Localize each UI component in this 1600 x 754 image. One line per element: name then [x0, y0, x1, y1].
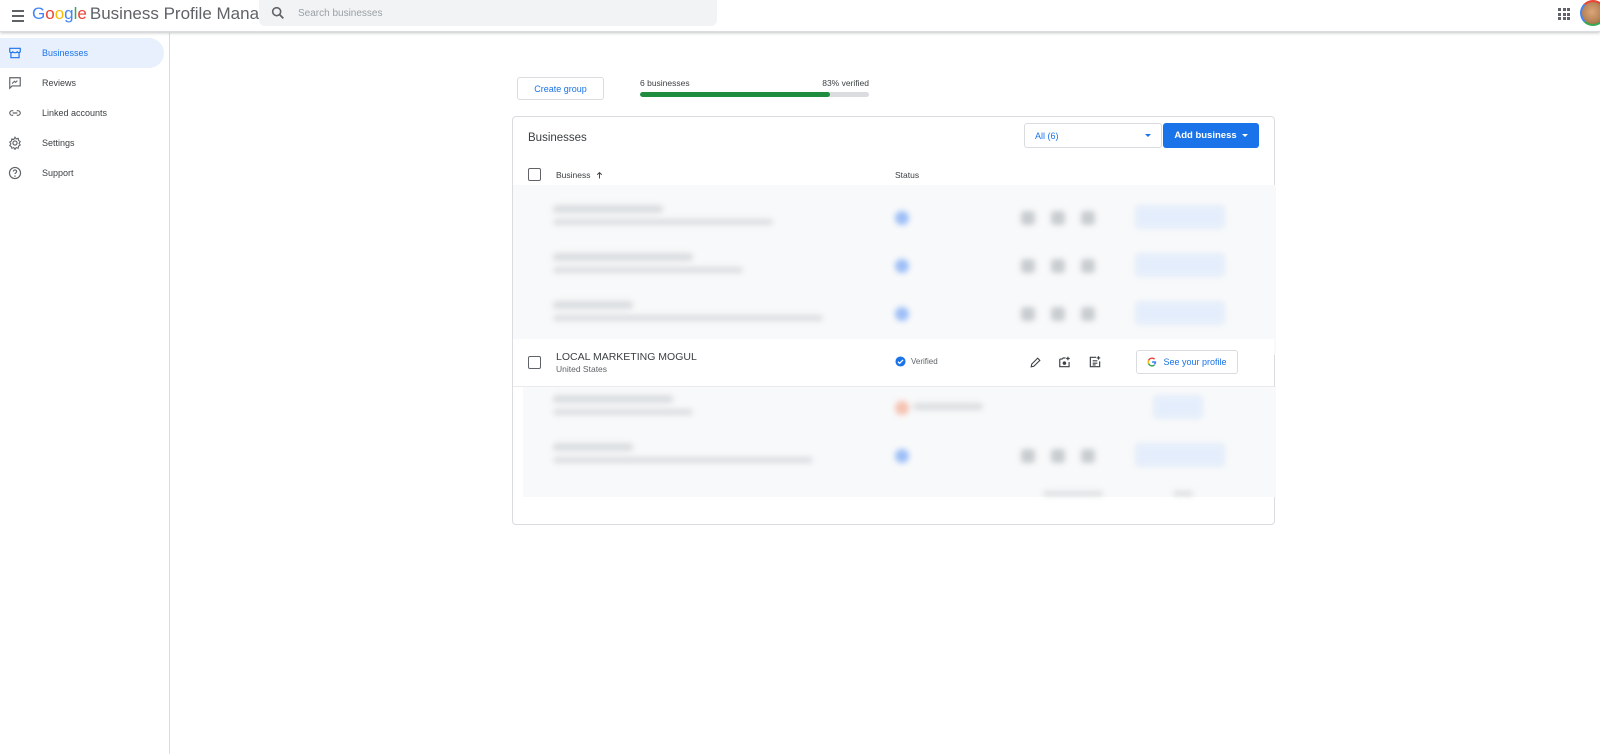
- sidebar-item-label: Reviews: [42, 78, 77, 88]
- search-bar: [259, 0, 717, 26]
- table-header: Business Status: [513, 167, 1274, 185]
- verification-progress: 6 businesses 83% verified: [640, 78, 869, 97]
- table-row-obscured: [513, 243, 1274, 291]
- business-count: 6 businesses: [640, 78, 690, 88]
- card-title: Businesses: [528, 132, 587, 144]
- verified-check-icon: [895, 356, 906, 367]
- sidebar-item-support[interactable]: Support: [0, 158, 164, 188]
- sidebar-item-linked-accounts[interactable]: Linked accounts: [0, 98, 164, 128]
- gear-icon: [8, 136, 22, 150]
- hamburger-icon: [12, 9, 24, 23]
- table-row-obscured: [513, 385, 1274, 433]
- create-group-button[interactable]: Create group: [517, 77, 604, 100]
- table-row-obscured: [513, 433, 1274, 481]
- sidebar: Businesses Reviews Linked accounts Setti…: [0, 33, 170, 754]
- logo-letter: o: [54, 4, 65, 23]
- logo-letter: o: [45, 4, 55, 23]
- column-header-business[interactable]: Business: [556, 170, 604, 180]
- table-row-obscured: [513, 291, 1274, 339]
- logo-letter: g: [64, 4, 74, 23]
- business-location: United States: [556, 364, 608, 374]
- table-row[interactable]: LOCAL MARKETING MOGUL United States Veri…: [513, 339, 1274, 387]
- businesses-card: Businesses All (6) Add business Business…: [512, 116, 1276, 525]
- sidebar-item-label: Support: [42, 168, 74, 178]
- add-business-label: Add business: [1174, 130, 1237, 141]
- search-input[interactable]: [298, 7, 698, 19]
- progress-track: [640, 92, 869, 97]
- progress-fill: [640, 92, 831, 97]
- main-menu-button[interactable]: [6, 4, 30, 28]
- row-checkbox[interactable]: [528, 356, 541, 369]
- search-icon[interactable]: [270, 5, 286, 21]
- app-logo[interactable]: Google Business Profile Manager: [32, 3, 284, 25]
- sidebar-item-label: Linked accounts: [42, 108, 108, 118]
- pagination-obscured: [513, 477, 1274, 507]
- top-app-bar: Google Business Profile Manager: [0, 0, 1600, 32]
- storefront-icon: [8, 46, 22, 60]
- product-name: Business Profile Manager: [89, 4, 284, 23]
- see-your-profile-label: See your profile: [1163, 357, 1227, 367]
- sidebar-item-settings[interactable]: Settings: [0, 128, 164, 158]
- dropdown-caret-icon: [1241, 134, 1248, 137]
- add-photo-button[interactable]: [1056, 353, 1074, 371]
- verified-percent: 83% verified: [822, 78, 869, 88]
- filter-value: All (6): [1035, 130, 1059, 141]
- add-post-button[interactable]: [1086, 353, 1104, 371]
- table-row-obscured: [513, 195, 1274, 243]
- sidebar-item-reviews[interactable]: Reviews: [0, 68, 164, 98]
- link-icon: [8, 106, 22, 120]
- help-icon: [8, 166, 22, 180]
- logo-letter: e: [77, 4, 87, 23]
- business-name[interactable]: LOCAL MARKETING MOGUL: [556, 351, 697, 363]
- logo-letter: G: [32, 4, 46, 23]
- add-business-button[interactable]: Add business: [1163, 123, 1259, 148]
- filter-dropdown[interactable]: All (6): [1024, 123, 1162, 148]
- sidebar-item-label: Businesses: [42, 48, 89, 58]
- add-photo-icon: [1059, 356, 1070, 368]
- add-post-icon: [1089, 356, 1101, 368]
- sidebar-item-label: Settings: [42, 138, 75, 148]
- google-g-icon: [1147, 357, 1157, 367]
- column-label: Business: [556, 170, 591, 180]
- dropdown-caret-icon: [1145, 134, 1151, 137]
- select-all-checkbox[interactable]: [528, 168, 541, 181]
- google-apps-icon[interactable]: [1555, 5, 1571, 21]
- status-badge: Verified: [895, 356, 938, 367]
- see-your-profile-button[interactable]: See your profile: [1136, 350, 1238, 374]
- edit-profile-button[interactable]: [1026, 353, 1044, 371]
- sidebar-item-businesses[interactable]: Businesses: [0, 38, 164, 68]
- pencil-icon: [1029, 356, 1041, 368]
- status-label: Verified: [911, 357, 938, 366]
- reviews-icon: [8, 76, 22, 90]
- sort-ascending-icon: [596, 171, 602, 178]
- column-header-status: Status: [895, 170, 920, 180]
- account-avatar[interactable]: [1580, 0, 1600, 26]
